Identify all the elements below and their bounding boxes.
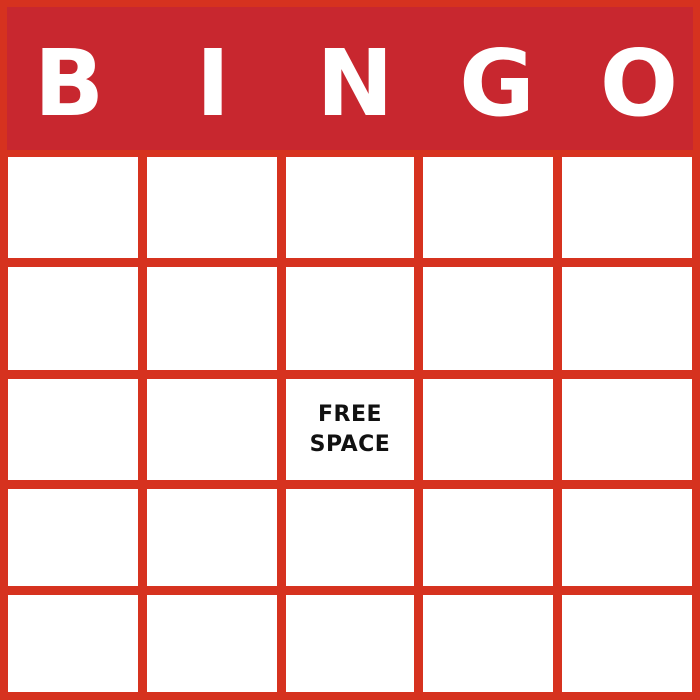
bingo-cell[interactable] [562,595,692,692]
bingo-cell[interactable] [8,267,138,370]
header-letter-g: G [459,30,535,137]
bingo-cell[interactable] [147,379,277,480]
bingo-cell[interactable] [423,489,553,586]
bingo-card: B I N G O FREE SPACE [0,0,700,700]
bingo-cell[interactable] [286,489,414,586]
bingo-cell[interactable] [423,595,553,692]
header-letter-i: I [195,30,231,137]
free-space-line2: SPACE [309,431,391,457]
bingo-cell[interactable] [286,157,414,258]
bingo-cell[interactable] [8,157,138,258]
bingo-cell[interactable] [562,157,692,258]
bingo-cell[interactable] [147,157,277,258]
bingo-cell[interactable] [8,379,138,480]
free-space-cell[interactable]: FREE SPACE [286,379,414,480]
header-letter-b: B [33,30,105,137]
bingo-cell[interactable] [423,379,553,480]
header-letter-o: O [599,30,679,137]
bingo-cell[interactable] [8,489,138,586]
header-letter-n: N [316,30,394,137]
bingo-cell[interactable] [562,379,692,480]
bingo-cell[interactable] [147,489,277,586]
bingo-cell[interactable] [286,595,414,692]
free-space-label: FREE SPACE [310,400,391,460]
bingo-cell[interactable] [147,595,277,692]
bingo-header: B I N G O [0,0,700,150]
free-space-line1: FREE [317,401,383,427]
bingo-cell[interactable] [562,489,692,586]
bingo-grid: FREE SPACE [0,150,700,700]
bingo-cell[interactable] [423,157,553,258]
bingo-cell[interactable] [8,595,138,692]
bingo-cell[interactable] [147,267,277,370]
bingo-cell[interactable] [286,267,414,370]
bingo-cell[interactable] [562,267,692,370]
bingo-cell[interactable] [423,267,553,370]
